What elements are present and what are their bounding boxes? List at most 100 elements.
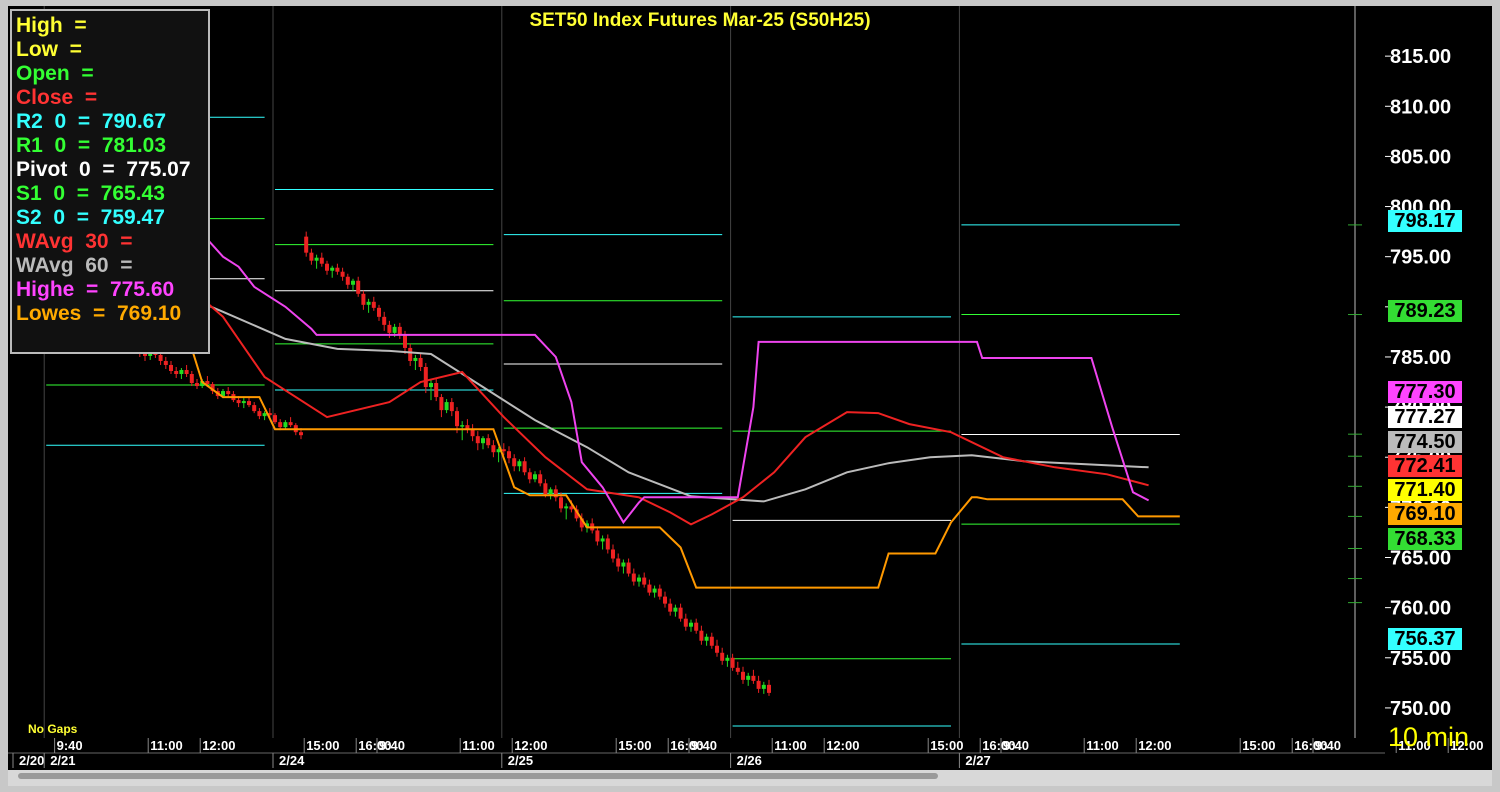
date-tick-label: 2/27 <box>965 753 990 768</box>
price-tag: 772.41 <box>1388 455 1462 477</box>
candle-body <box>371 301 376 308</box>
candle-body <box>158 354 163 361</box>
candle-body <box>460 425 465 427</box>
candle-body <box>730 657 735 668</box>
time-tick-label: 12:00 <box>514 738 547 753</box>
candle-body <box>304 236 309 253</box>
price-tag: 768.33 <box>1388 528 1462 550</box>
candle-body <box>283 422 288 428</box>
candle-body <box>741 671 745 680</box>
info-row: WAvg 30 = <box>16 230 208 254</box>
time-tick-label: 15:00 <box>1242 738 1275 753</box>
candle-body <box>631 573 636 582</box>
wavg30-line <box>165 265 1149 526</box>
scrollbar-thumb[interactable] <box>18 773 938 779</box>
candle-body <box>241 401 246 404</box>
info-row: R2 0 = 790.67 <box>16 110 208 134</box>
candle-body <box>330 267 335 271</box>
time-tick-label: 11:00 <box>462 738 495 753</box>
time-tick-label: 11:00 <box>774 738 807 753</box>
info-label: Lowes <box>16 302 82 325</box>
data-window: High = Low = Open = Close = R2 0 = 790.6… <box>10 9 210 354</box>
no-gaps-label: No Gaps <box>28 722 78 736</box>
candle-body <box>663 596 667 604</box>
price-tag: 777.30 <box>1388 381 1462 403</box>
info-row: WAvg 60 = <box>16 254 208 278</box>
candle-body <box>637 577 641 582</box>
candle-body <box>429 383 433 388</box>
candle-body <box>699 630 704 641</box>
candle-body <box>657 588 662 597</box>
info-row: Low = <box>16 38 208 62</box>
candle-body <box>361 293 366 305</box>
candle-body <box>273 415 277 423</box>
candle-body <box>184 369 189 375</box>
info-equals: = <box>74 278 110 301</box>
info-equals: = <box>66 110 102 133</box>
candle-body <box>709 636 714 646</box>
candle-body <box>559 497 563 509</box>
candle-body <box>689 622 693 627</box>
price-tag: 798.17 <box>1388 210 1462 232</box>
candle-body <box>403 334 407 348</box>
candle-body <box>491 445 496 453</box>
info-label: High <box>16 14 63 37</box>
y-tick-label: 810.00 <box>1390 96 1451 118</box>
interval-label[interactable]: 10 min <box>1388 722 1469 753</box>
candle-body <box>309 252 314 261</box>
candle-body <box>299 432 303 436</box>
time-tick-label: 12:00 <box>826 738 859 753</box>
candle-body <box>715 645 719 653</box>
candle-body <box>678 607 683 619</box>
candle-body <box>533 474 537 480</box>
candle-body <box>538 474 543 484</box>
horizontal-scrollbar[interactable] <box>8 770 1492 786</box>
chart-window: 815.00810.00805.00800.00795.00790.00785.… <box>0 0 1500 792</box>
candle-body <box>652 588 657 593</box>
candle-body <box>725 657 730 661</box>
time-tick-label: 12:00 <box>202 738 235 753</box>
candle-body <box>236 400 241 404</box>
candle-body <box>288 422 293 426</box>
candle-body <box>314 257 319 261</box>
info-label: Low <box>16 38 58 61</box>
info-row: Lowes = 769.10 <box>16 302 208 326</box>
candle-body <box>507 451 511 459</box>
candle-body <box>356 280 361 294</box>
candle-body <box>595 530 600 542</box>
time-tick-label: 9:40 <box>691 738 717 753</box>
candle-body <box>423 366 428 388</box>
date-tick-label: 2/26 <box>737 753 762 768</box>
info-equals: = <box>62 14 99 37</box>
y-tick-label: 795.00 <box>1390 247 1451 269</box>
candle-body <box>683 618 688 627</box>
info-equals: = <box>58 38 94 61</box>
info-label: R1 0 <box>16 134 67 157</box>
date-tick-label: 2/21 <box>50 753 75 768</box>
date-tick-label: 2/24 <box>279 753 305 768</box>
info-equals: = <box>69 62 106 85</box>
info-equals: = <box>81 302 117 325</box>
info-row: Pivot 0 = 775.07 <box>16 158 208 182</box>
candle-body <box>226 391 231 395</box>
info-row: R1 0 = 781.03 <box>16 134 208 158</box>
candle-body <box>319 257 324 264</box>
candle-body <box>262 413 267 417</box>
candle-body <box>257 411 262 417</box>
candle-body <box>278 422 283 428</box>
candle-body <box>517 461 522 467</box>
candle-body <box>189 374 194 384</box>
info-label: R2 0 <box>16 110 67 133</box>
candle-body <box>751 675 756 681</box>
candle-body <box>600 538 605 542</box>
info-label: Close <box>16 86 74 109</box>
price-tag: 789.23 <box>1388 300 1462 322</box>
candle-body <box>408 347 413 361</box>
info-value: 775.07 <box>126 158 191 181</box>
info-equals: = <box>65 182 101 205</box>
candle-body <box>252 405 257 412</box>
time-tick-label: 11:00 <box>1086 738 1119 753</box>
info-label: S2 0 <box>16 206 66 229</box>
info-row: S1 0 = 765.43 <box>16 182 208 206</box>
candle-body <box>611 549 615 559</box>
